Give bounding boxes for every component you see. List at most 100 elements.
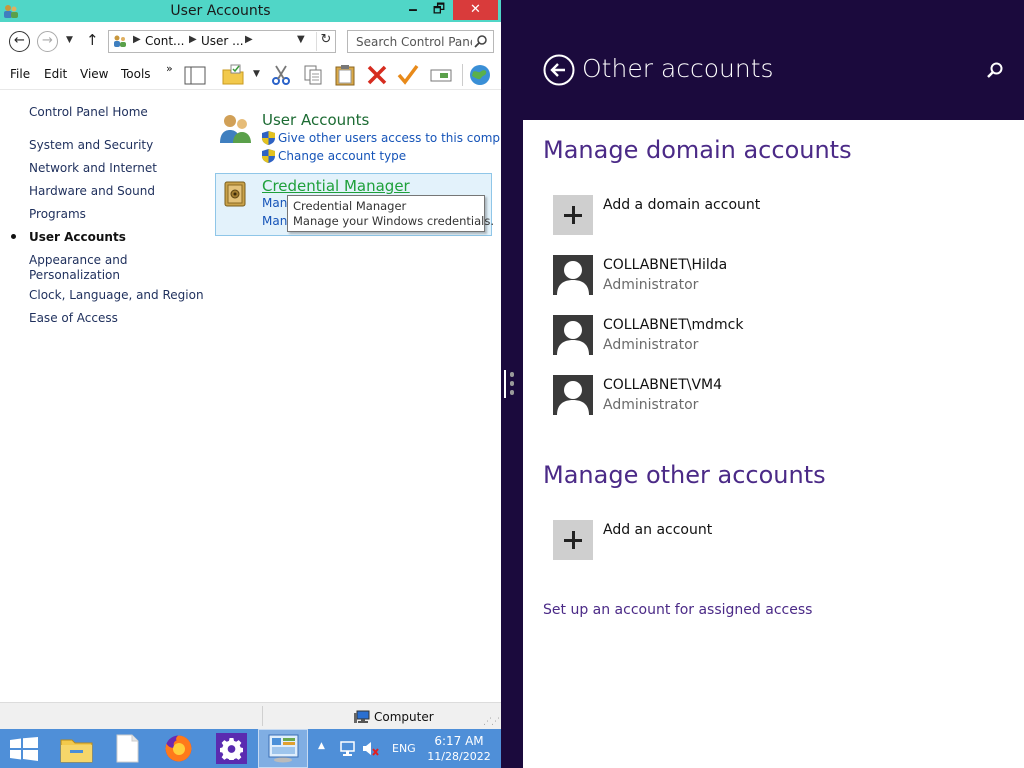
globe-icon[interactable] — [468, 63, 492, 87]
title-bar[interactable]: User Accounts 🗕 🗗 ✕ — [0, 0, 501, 22]
show-hidden-icons-button[interactable]: ▲ — [318, 741, 325, 751]
input-language-indicator[interactable]: ENG — [392, 742, 416, 755]
properties-check-icon[interactable] — [396, 63, 420, 87]
search-icon[interactable] — [474, 34, 488, 48]
avatar[interactable] — [553, 315, 593, 355]
domain-account-name[interactable]: COLLABNET\VM4 — [603, 377, 722, 393]
resize-grip[interactable]: ⋰⋰ — [483, 717, 500, 727]
domain-accounts-heading: Manage domain accounts — [543, 136, 852, 164]
add-domain-account-tile[interactable] — [553, 195, 593, 235]
manage-windows-credentials-link[interactable]: Man — [262, 214, 287, 228]
main-content: User Accounts Give other users access to… — [205, 90, 520, 702]
toolbar-separator — [462, 64, 463, 86]
control-panel-icon — [268, 734, 299, 763]
rename-icon[interactable] — [429, 63, 453, 87]
user-accounts-heading[interactable]: User Accounts — [262, 111, 369, 129]
add-domain-account-button[interactable]: Add a domain account — [603, 197, 760, 213]
status-divider — [262, 706, 263, 726]
sidebar-item-hardware-sound[interactable]: Hardware and Sound — [29, 184, 155, 199]
credential-vault-icon[interactable] — [224, 180, 246, 208]
add-account-button[interactable]: Add an account — [603, 522, 712, 538]
uac-shield-icon — [262, 149, 275, 163]
menu-file[interactable]: File — [10, 67, 30, 81]
network-icon[interactable] — [339, 740, 356, 757]
sidebar-item-control-panel-home[interactable]: Control Panel Home — [29, 105, 148, 120]
tooltip-text: Manage your Windows credentials. — [293, 214, 494, 228]
taskbar-settings[interactable] — [207, 729, 257, 768]
search-icon[interactable] — [986, 61, 1004, 79]
restore-button[interactable]: 🗗 — [426, 0, 452, 20]
address-dropdown[interactable]: ▼ — [297, 34, 305, 45]
sidebar-item-network-internet[interactable]: Network and Internet — [29, 161, 157, 176]
sidebar-item-label: Personalization — [29, 268, 120, 282]
add-account-tile[interactable] — [553, 520, 593, 560]
back-arrow-icon[interactable] — [543, 54, 575, 86]
avatar[interactable] — [553, 255, 593, 295]
address-bar[interactable]: ▶ Cont... ▶ User ... ▶ ▼ ↻ — [108, 30, 336, 53]
menu-edit[interactable]: Edit — [44, 67, 67, 81]
plus-icon — [572, 206, 575, 224]
sidebar-item-system-security[interactable]: System and Security — [29, 138, 153, 153]
give-other-users-access-link[interactable]: Give other users access to this compute — [278, 131, 520, 145]
taskbar-control-panel[interactable] — [258, 729, 308, 768]
firefox-icon — [165, 735, 192, 762]
delete-icon[interactable] — [365, 63, 389, 87]
breadcrumb-control-panel[interactable]: Cont... — [145, 34, 184, 48]
gear-icon — [220, 737, 243, 760]
search-input[interactable] — [348, 31, 472, 52]
search-box[interactable] — [347, 30, 494, 53]
volume-muted-icon[interactable] — [362, 740, 379, 757]
taskbar: ▲ ENG 6:17 AM 11/28/2022 — [0, 729, 501, 768]
avatar[interactable] — [553, 375, 593, 415]
taskbar-file-explorer[interactable] — [52, 729, 102, 768]
file-explorer-icon — [60, 739, 93, 763]
settings-header: Other accounts — [523, 0, 1024, 120]
menu-view[interactable]: View — [80, 67, 108, 81]
domain-account-name[interactable]: COLLABNET\Hilda — [603, 257, 727, 273]
change-account-type-link[interactable]: Change account type — [278, 149, 406, 163]
minimize-button[interactable]: 🗕 — [400, 0, 426, 20]
forward-button[interactable]: → — [37, 31, 58, 52]
control-panel-icon — [114, 35, 126, 47]
taskbar-document[interactable] — [103, 729, 153, 768]
layout-pane-icon[interactable] — [183, 63, 207, 87]
splitter-bar[interactable] — [504, 370, 506, 398]
recent-locations-dropdown[interactable]: ▼ — [66, 35, 73, 45]
paste-icon[interactable] — [333, 63, 357, 87]
clock-time[interactable]: 6:17 AM — [430, 734, 488, 749]
folder-options-dropdown[interactable]: ▼ — [253, 69, 260, 79]
manage-web-credentials-link[interactable]: Man — [262, 196, 287, 210]
tooltip: Credential Manager Manage your Windows c… — [287, 195, 494, 232]
breadcrumb-separator[interactable]: ▶ — [189, 34, 197, 45]
credential-manager-heading[interactable]: Credential Manager — [262, 177, 410, 195]
assigned-access-link[interactable]: Set up an account for assigned access — [543, 602, 812, 618]
user-accounts-icon[interactable] — [219, 112, 253, 144]
refresh-button[interactable]: ↻ — [316, 32, 335, 51]
plus-icon — [572, 531, 575, 549]
breadcrumb-separator[interactable]: ▶ — [245, 34, 253, 45]
menu-overflow-chevron[interactable]: » — [166, 62, 173, 75]
close-button[interactable]: ✕ — [453, 0, 498, 20]
up-button[interactable]: ↑ — [86, 31, 99, 49]
snap-splitter[interactable] — [501, 0, 523, 768]
sidebar-item-user-accounts[interactable]: User Accounts — [29, 230, 126, 245]
user-silhouette-icon — [557, 261, 589, 295]
sidebar-item-ease-of-access[interactable]: Ease of Access — [29, 311, 118, 326]
breadcrumb-user-accounts[interactable]: User ... — [201, 34, 244, 48]
copy-icon[interactable] — [301, 63, 325, 87]
windows-start-icon[interactable] — [10, 737, 38, 761]
sidebar-item-programs[interactable]: Programs — [29, 207, 86, 222]
cut-icon[interactable] — [269, 63, 293, 87]
back-button[interactable]: ← — [9, 31, 30, 52]
sidebar-item-appearance-personalization[interactable]: Appearance and Personalization — [29, 253, 127, 283]
folder-options-icon[interactable] — [221, 63, 245, 87]
breadcrumb-separator[interactable]: ▶ — [133, 34, 141, 45]
taskbar-firefox[interactable] — [154, 729, 204, 768]
other-accounts-heading: Manage other accounts — [543, 461, 826, 489]
sidebar-item-clock-language-region[interactable]: Clock, Language, and Region — [29, 288, 204, 303]
clock-date[interactable]: 11/28/2022 — [426, 750, 492, 763]
domain-account-name[interactable]: COLLABNET\mdmck — [603, 317, 743, 333]
control-panel-window: User Accounts 🗕 🗗 ✕ ← → ▼ ↑ ▶ Cont... ▶ … — [0, 0, 520, 768]
navigation-bar: ← → ▼ ↑ ▶ Cont... ▶ User ... ▶ ▼ ↻ — [0, 22, 501, 60]
menu-tools[interactable]: Tools — [121, 67, 151, 81]
